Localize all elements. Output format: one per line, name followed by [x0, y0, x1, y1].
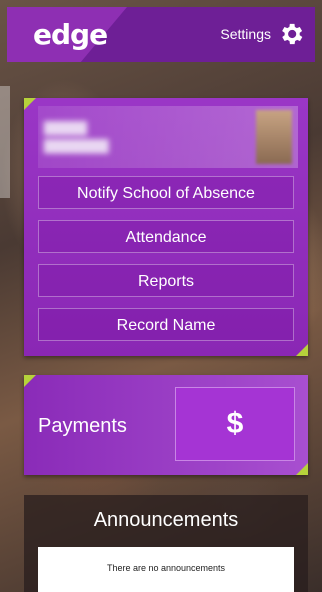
gear-icon[interactable]	[277, 20, 305, 48]
side-drawer-edge[interactable]	[0, 86, 10, 198]
announcements-list: There are no announcements	[38, 547, 294, 592]
card-corner-accent	[24, 98, 36, 110]
student-profile[interactable]: ▇▇▇▇ ▇▇▇▇▇▇	[38, 106, 298, 168]
attendance-button[interactable]: Attendance	[38, 220, 294, 253]
card-corner-accent	[296, 463, 308, 475]
record-name-button[interactable]: Record Name	[38, 308, 294, 341]
student-photo	[256, 110, 292, 164]
announcements-empty-text: There are no announcements	[106, 563, 226, 573]
student-name: ▇▇▇▇ ▇▇▇▇▇▇	[44, 119, 109, 153]
notify-absence-button[interactable]: Notify School of Absence	[38, 176, 294, 209]
student-card: ▇▇▇▇ ▇▇▇▇▇▇ Notify School of Absence Atte…	[24, 98, 308, 356]
payments-label: Payments	[38, 415, 127, 437]
dollar-icon[interactable]: $	[175, 387, 295, 461]
card-corner-accent	[296, 344, 308, 356]
settings-link[interactable]: Settings	[220, 26, 271, 42]
app-logo: edge	[33, 18, 108, 51]
reports-button[interactable]: Reports	[38, 264, 294, 297]
announcements-panel: Announcements There are no announcements	[24, 495, 308, 592]
payments-card[interactable]: Payments $	[24, 375, 308, 475]
top-bar: edge Settings	[7, 7, 315, 62]
announcements-title: Announcements	[93, 509, 239, 531]
card-corner-accent	[24, 375, 36, 387]
